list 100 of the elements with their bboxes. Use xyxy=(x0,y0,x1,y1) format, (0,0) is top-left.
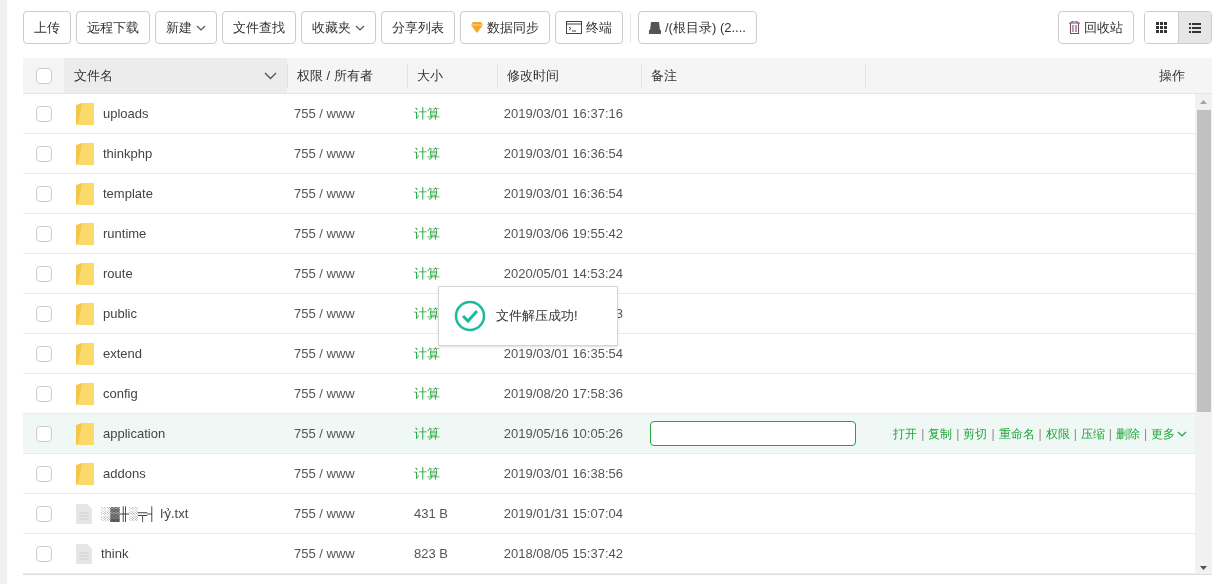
caret-icon xyxy=(1177,430,1187,437)
modified-time: 2019/03/06 19:55:42 xyxy=(503,224,623,243)
note-field[interactable] xyxy=(650,421,856,446)
gem-icon xyxy=(471,22,483,33)
folder-icon xyxy=(76,262,94,285)
checkbox[interactable] xyxy=(35,505,52,522)
separator-text: | xyxy=(955,425,961,443)
checkbox[interactable] xyxy=(35,185,52,202)
permissions-text[interactable]: 755 / www xyxy=(294,305,355,321)
separator-text: | xyxy=(1142,425,1148,443)
column-header[interactable]: 修改时间 xyxy=(507,65,559,86)
permissions-text[interactable]: 755 / www xyxy=(294,105,355,121)
size-text: 823 B xyxy=(414,545,448,561)
file-name[interactable]: ░▓╫░╤┤ ŀỷ.txt xyxy=(101,503,189,524)
checkbox[interactable] xyxy=(35,145,52,162)
permissions-text[interactable]: 755 / www xyxy=(294,265,355,281)
toolbar-button[interactable]: /(根目录) (2.... xyxy=(638,11,757,44)
permissions-text[interactable]: 755 / www xyxy=(294,425,355,441)
scroll-down-icon[interactable] xyxy=(1200,566,1207,570)
modified-time: 2019/03/01 16:36:54 xyxy=(503,144,623,163)
file-name[interactable]: template xyxy=(103,183,153,204)
file-icon xyxy=(76,543,92,564)
modified-time: 2020/05/01 14:53:24 xyxy=(503,264,623,283)
sort-caret-icon[interactable] xyxy=(264,71,277,80)
checkbox[interactable] xyxy=(35,305,52,322)
success-check-icon xyxy=(454,300,486,332)
checkbox[interactable] xyxy=(35,385,52,402)
scroll-up-icon[interactable] xyxy=(1200,100,1207,104)
permissions-text[interactable]: 755 / www xyxy=(294,345,355,361)
separator-text: | xyxy=(1107,425,1113,443)
file-icon xyxy=(76,503,92,524)
recycle-bin-button[interactable]: 回收站 xyxy=(1058,11,1134,44)
checkbox[interactable] xyxy=(35,465,52,482)
toolbar-button[interactable]: 数据同步 xyxy=(460,11,550,44)
checkbox[interactable] xyxy=(35,225,52,242)
disk-icon xyxy=(649,21,661,34)
permissions-text[interactable]: 755 / www xyxy=(294,185,355,201)
column-header[interactable]: 文件名 xyxy=(74,65,113,86)
column-header: 操作 xyxy=(1159,66,1185,85)
file-name[interactable]: thinkphp xyxy=(103,143,153,164)
folder-icon xyxy=(76,342,94,365)
checkbox[interactable] xyxy=(35,105,52,122)
checkbox[interactable] xyxy=(35,425,52,442)
permissions-text[interactable]: 755 / www xyxy=(294,505,355,521)
toolbar-button[interactable]: 新建 xyxy=(155,11,217,44)
file-row[interactable]: application 755 / www 计算 2019/05/16 10:05:26 打开 | 复制 | 剪切 | 重命名 | 权限 | 压缩 | 删除 | 更多 xyxy=(23,414,1195,454)
modified-time: 2019/01/31 15:07:04 xyxy=(503,504,623,523)
toolbar-button[interactable]: 远程下载 xyxy=(76,11,150,44)
permissions-text[interactable]: 755 / www xyxy=(294,545,355,561)
terminal-icon xyxy=(566,21,582,34)
checkbox[interactable] xyxy=(35,345,52,362)
permissions-text[interactable]: 755 / www xyxy=(294,145,355,161)
folder-icon xyxy=(76,102,94,125)
folder-icon xyxy=(76,382,94,405)
permissions-text[interactable]: 755 / www xyxy=(294,465,355,481)
size-text: 431 B xyxy=(414,505,448,521)
permissions-text[interactable]: 755 / www xyxy=(294,385,355,401)
folder-icon xyxy=(76,182,94,205)
toast-message: 文件解压成功! xyxy=(496,307,578,326)
modified-time: 2019/08/20 17:58:36 xyxy=(503,384,623,403)
file-name[interactable]: application xyxy=(103,423,166,444)
file-name[interactable]: uploads xyxy=(103,103,149,124)
checkbox[interactable] xyxy=(35,545,52,562)
grid-icon xyxy=(1156,22,1167,33)
trash-icon xyxy=(1069,21,1080,34)
folder-icon xyxy=(76,302,94,325)
toolbar-button[interactable]: 终端 xyxy=(555,11,623,44)
checkbox[interactable] xyxy=(35,67,52,84)
separator-text: | xyxy=(990,425,996,443)
column-header[interactable]: 大小 xyxy=(417,65,443,86)
modified-time: 2019/03/01 16:36:54 xyxy=(503,184,623,203)
modified-time: 2018/08/05 15:37:42 xyxy=(503,544,623,563)
file-name[interactable]: config xyxy=(103,383,138,404)
column-header[interactable]: 备注 xyxy=(651,65,677,86)
list-icon xyxy=(1189,22,1201,33)
file-name[interactable]: runtime xyxy=(103,223,147,244)
list-view-button[interactable] xyxy=(1178,12,1211,43)
modified-time: 2019/03/01 16:35:54 xyxy=(503,344,623,363)
toolbar-button[interactable]: 上传 xyxy=(23,11,71,44)
file-name[interactable]: think xyxy=(101,543,129,564)
checkbox[interactable] xyxy=(35,265,52,282)
toolbar-button[interactable]: 文件查找 xyxy=(222,11,296,44)
folder-icon xyxy=(76,142,94,165)
toolbar-button[interactable]: 分享列表 xyxy=(381,11,455,44)
folder-icon xyxy=(76,222,94,245)
modified-time: 2019/05/16 10:05:26 xyxy=(503,424,623,443)
folder-icon xyxy=(76,422,94,445)
file-name[interactable]: extend xyxy=(103,343,143,364)
permissions-text[interactable]: 755 / www xyxy=(294,225,355,241)
column-header[interactable]: 权限 / 所有者 xyxy=(297,65,373,86)
toolbar-button[interactable]: 收藏夹 xyxy=(301,11,376,44)
separator-text: | xyxy=(920,425,926,443)
separator-text: | xyxy=(1037,425,1043,443)
file-name[interactable]: route xyxy=(103,263,133,284)
modified-time: 2019/03/01 16:38:56 xyxy=(503,464,623,483)
file-name[interactable]: public xyxy=(103,303,137,324)
scrollbar[interactable] xyxy=(1195,94,1212,574)
file-name[interactable]: addons xyxy=(103,463,146,484)
modified-time: 2019/03/01 16:37:16 xyxy=(503,104,623,123)
folder-icon xyxy=(76,462,94,485)
